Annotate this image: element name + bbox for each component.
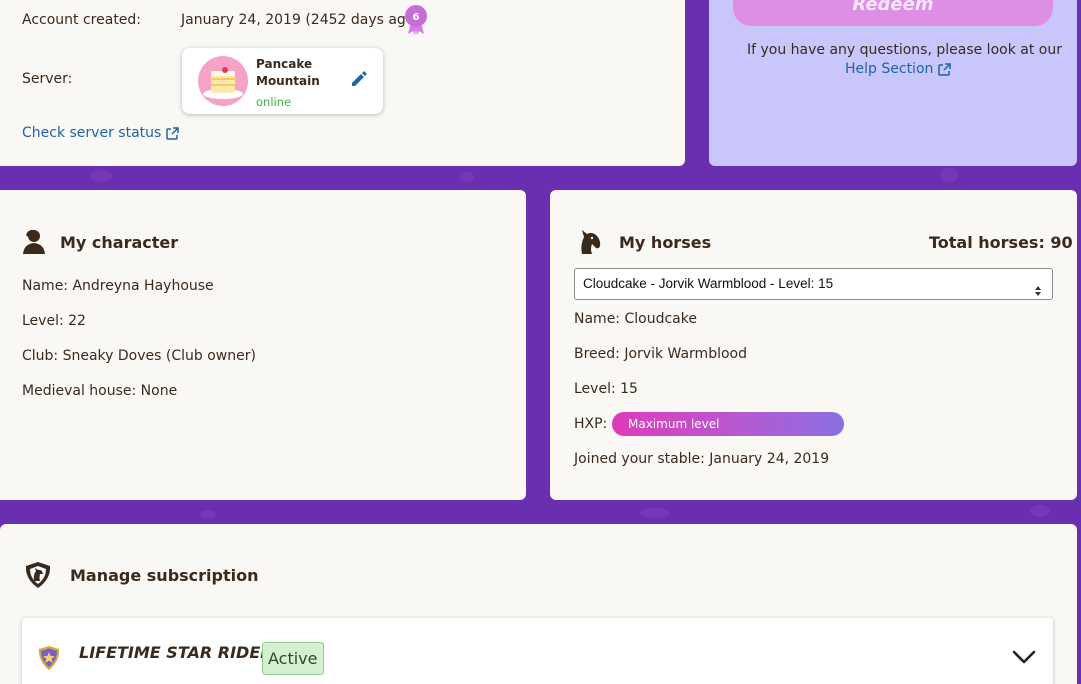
total-horses: Total horses: 90 [929,233,1073,252]
select-arrows-icon [1034,278,1042,308]
subscription-plan-name: LIFETIME STAR RIDER [79,643,273,662]
background-splat [200,510,216,519]
character-club: Club: Sneaky Doves (Club owner) [22,348,256,364]
redeem-card: Redeem If you have any questions, please… [709,0,1077,166]
character-medieval-house: Medieval house: None [22,383,178,399]
my-horses-card: My horses Total horses: 90 Cloudcake - J… [550,190,1077,500]
edit-server-button[interactable] [350,70,368,88]
account-created-label: Account created: [22,12,142,28]
horse-level: Level: 15 [574,381,638,397]
ribbon-badge-icon: 6 [404,4,428,40]
horse-head-icon [576,227,602,259]
background-splat [640,508,670,518]
shield-horse-icon [24,561,52,593]
horse-name: Name: Cloudcake [574,311,697,327]
hxp-progress-bar: Maximum level [612,412,844,436]
account-info-card: Account created: January 24, 2019 (2452 … [0,0,685,166]
horse-breed: Breed: Jorvik Warmblood [574,346,747,362]
horse-select[interactable]: Cloudcake - Jorvik Warmblood - Level: 15 [574,268,1053,300]
horse-select-value: Cloudcake - Jorvik Warmblood - Level: 15 [583,276,834,291]
pencil-icon [352,71,367,86]
server-status: online [256,95,292,109]
help-section-link[interactable]: Help Section [845,61,952,77]
subscription-status-badge: Active [262,642,324,675]
help-text: If you have any questions, please look a… [747,42,1062,58]
my-horses-title: My horses [619,233,712,252]
check-server-status-link[interactable]: Check server status [22,125,180,141]
check-server-status-label: Check server status [22,125,162,141]
server-card: Pancake Mountain online [182,48,383,114]
hxp-label: HXP: [574,416,608,432]
server-label: Server: [22,71,73,87]
hxp-value: Maximum level [628,417,720,431]
manage-subscription-title: Manage subscription [70,566,259,585]
background-splat [940,168,958,182]
subscription-item[interactable]: LIFETIME STAR RIDER Active [22,618,1053,684]
account-created-value: January 24, 2019 (2452 days ago) [181,12,420,28]
background-splat [1030,505,1050,517]
external-link-icon [938,62,952,76]
my-character-title: My character [60,233,179,252]
pancake-avatar [198,56,248,106]
server-name: Pancake Mountain [256,57,320,88]
external-link-icon [166,126,180,140]
background-splat [460,172,474,182]
help-section-label: Help Section [845,61,934,77]
character-silhouette-icon [22,228,46,258]
character-name: Name: Andreyna Hayhouse [22,278,214,294]
character-level: Level: 22 [22,313,86,329]
chevron-down-icon[interactable] [1012,649,1036,665]
redeem-button[interactable]: Redeem [733,0,1053,26]
background-splat [90,170,112,182]
horse-joined-date: Joined your stable: January 24, 2019 [574,451,830,467]
badge-number: 6 [413,12,420,23]
star-shield-icon [38,645,60,675]
my-character-card: My character Name: Andreyna Hayhouse Lev… [0,190,526,500]
manage-subscription-card: Manage subscription LIFETIME STAR RIDER … [0,524,1077,684]
